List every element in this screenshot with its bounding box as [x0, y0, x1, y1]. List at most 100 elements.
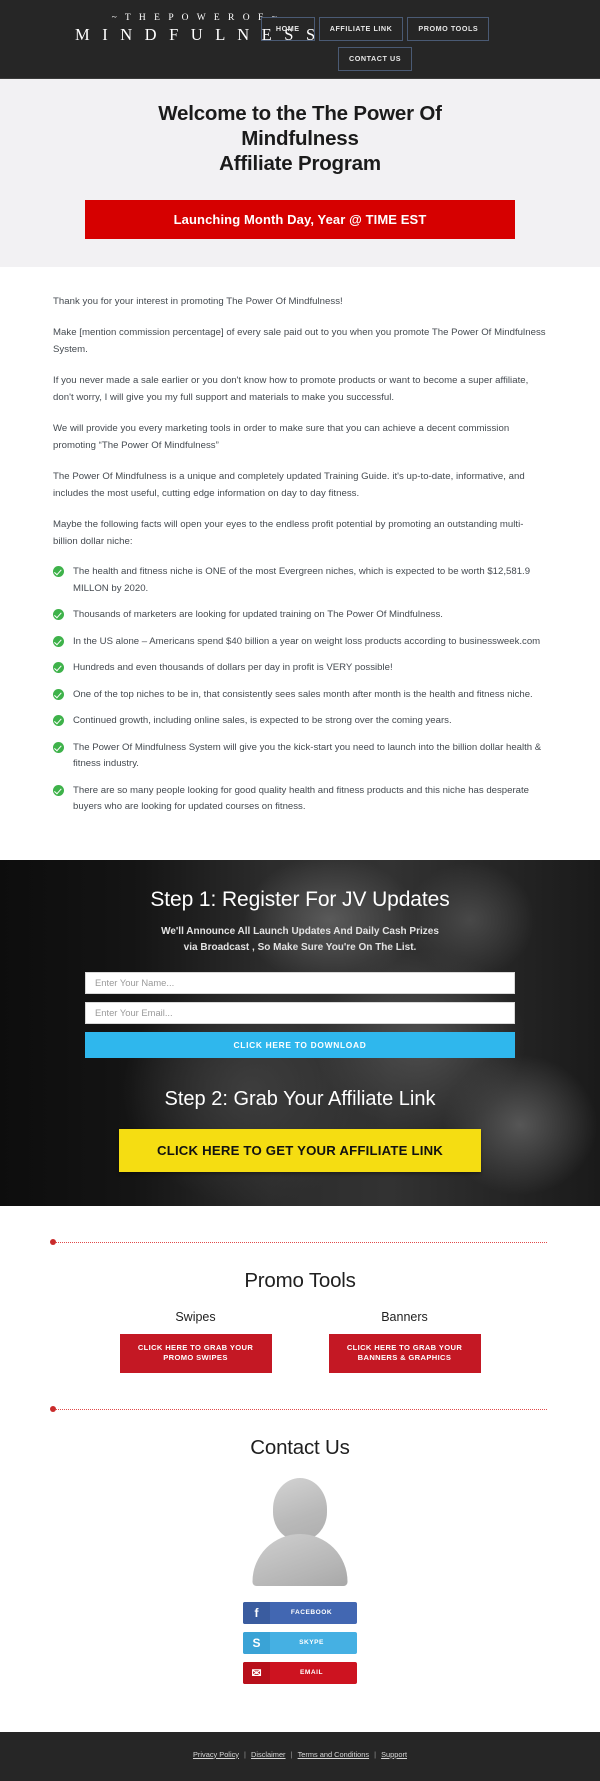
footer-separator: | — [244, 1749, 246, 1759]
list-item-label: Hundreds and even thousands of dollars p… — [73, 662, 393, 673]
list-item-label: The Power Of Mindfulness System will giv… — [73, 741, 542, 770]
list-item: The Power Of Mindfulness System will giv… — [53, 740, 547, 773]
list-item-label: In the US alone – Americans spend $40 bi… — [73, 635, 541, 647]
check-circle-icon — [53, 715, 64, 726]
step1-subtitle: We'll Announce All Launch Updates And Da… — [0, 924, 600, 956]
name-input[interactable] — [85, 971, 515, 994]
check-circle-icon — [53, 688, 64, 700]
facebook-icon: f — [243, 1601, 270, 1624]
hero-section: Welcome to the The Power Of Mindfulness … — [0, 79, 600, 267]
list-item-label: Continued growth, including online sales… — [73, 715, 452, 726]
facebook-label: FACEBOOK — [290, 1609, 333, 1616]
list-item: Continued growth, including online sales… — [53, 713, 547, 730]
swipes-heading: Swipes — [175, 1309, 216, 1324]
step1-subtitle-line-1: We'll Announce All Launch Updates And Da… — [161, 925, 439, 937]
get-affiliate-link-button[interactable]: CLICK HERE TO GET YOUR AFFILIATE LINK — [119, 1128, 481, 1172]
list-item: In the US alone – Americans spend $40 bi… — [53, 634, 547, 651]
page-title-line-2: Mindfulness — [241, 127, 359, 150]
grab-promo-swipes-button[interactable]: CLICK HERE TO GRAB YOUR PROMO SWIPES — [119, 1333, 272, 1373]
promo-tools-section: Promo Tools Swipes CLICK HERE TO GRAB YO… — [0, 1205, 600, 1373]
contact-us-title: Contact Us — [250, 1435, 350, 1459]
promo-tools-title: Promo Tools — [244, 1268, 356, 1292]
nav-item-affiliate-link[interactable]: AFFILIATE LINK — [318, 17, 404, 41]
divider-contact — [50, 1406, 547, 1413]
nav-item-home[interactable]: HOME — [260, 17, 315, 41]
email-input[interactable] — [85, 1001, 515, 1024]
footer-link-disclaimer[interactable]: Disclaimer — [251, 1750, 286, 1759]
intro-paragraph-1: Thank you for your interest in promoting… — [53, 296, 343, 307]
grab-banners-graphics-button[interactable]: CLICK HERE TO GRAB YOUR BANNERS & GRAPHI… — [328, 1333, 481, 1373]
check-circle-icon — [53, 741, 64, 753]
social-links: f FACEBOOK S SKYPE ✉ EMAIL — [0, 1601, 600, 1684]
grab-promo-swipes-line-2: PROMO SWIPES — [163, 1353, 228, 1362]
promo-tools-body: Promo Tools Swipes CLICK HERE TO GRAB YO… — [0, 1243, 600, 1373]
check-circle-icon — [53, 784, 64, 796]
promo-columns: Swipes CLICK HERE TO GRAB YOUR PROMO SWI… — [0, 1310, 600, 1373]
intro-paragraph-3: If you never made a sale earlier or you … — [53, 375, 529, 403]
steps-section: Step 1: Register For JV Updates We'll An… — [0, 859, 600, 1206]
step1-subtitle-line-2: via Broadcast , So Make Sure You're On T… — [183, 941, 417, 953]
footer-link-support[interactable]: Support — [381, 1750, 407, 1759]
promo-spacer-top — [0, 1206, 600, 1242]
page-title: Welcome to the The Power Of Mindfulness … — [0, 101, 600, 176]
intro-paragraph-2: Make [mention commission percentage] of … — [53, 327, 546, 355]
email-button[interactable]: ✉ EMAIL — [243, 1661, 357, 1684]
grab-promo-swipes-line-1: CLICK HERE TO GRAB YOUR — [137, 1342, 254, 1352]
footer-separator: | — [374, 1749, 377, 1759]
footer-link-terms-and-conditions[interactable]: Terms and Conditions — [298, 1750, 369, 1759]
divider-promo — [50, 1239, 547, 1246]
avatar — [252, 1477, 348, 1586]
site-footer: Privacy Policy | Disclaimer | Terms and … — [0, 1731, 600, 1781]
skype-label: SKYPE — [299, 1639, 324, 1646]
nav-item-contact-us[interactable]: CONTACT US — [337, 47, 413, 71]
launch-date-banner: Launching Month Day, Year @ TIME EST — [85, 200, 515, 239]
banners-heading: Banners — [381, 1309, 428, 1324]
list-item-label: One of the top niches to be in, that con… — [73, 688, 533, 700]
avatar-body-shape — [252, 1533, 348, 1586]
intro-content: Thank you for your interest in promoting… — [0, 267, 600, 860]
main-navigation: HOME AFFILIATE LINK PROMO TOOLS CONTACT … — [255, 17, 495, 71]
promo-column-swipes: Swipes CLICK HERE TO GRAB YOUR PROMO SWI… — [119, 1309, 272, 1373]
download-button[interactable]: CLICK HERE TO DOWNLOAD — [85, 1031, 515, 1058]
avatar-head-shape — [273, 1477, 327, 1540]
list-item: The health and fitness niche is ONE of t… — [53, 564, 547, 597]
list-item: Thousands of marketers are looking for u… — [53, 607, 547, 624]
list-item-label: Thousands of marketers are looking for u… — [73, 609, 443, 620]
check-circle-icon — [53, 635, 64, 647]
footer-links: Privacy Policy | Disclaimer | Terms and … — [0, 1750, 600, 1759]
facebook-button[interactable]: f FACEBOOK — [243, 1601, 357, 1624]
grab-banners-line-2: BANNERS & GRAPHICS — [357, 1353, 452, 1362]
list-item: There are so many people looking for goo… — [53, 783, 547, 816]
promo-column-banners: Banners CLICK HERE TO GRAB YOUR BANNERS … — [328, 1309, 481, 1373]
step2-title: Step 2: Grab Your Affiliate Link — [164, 1087, 436, 1110]
signup-form: CLICK HERE TO DOWNLOAD — [0, 971, 600, 1058]
check-circle-icon — [53, 566, 64, 577]
intro-paragraph-4: We will provide you every marketing tool… — [53, 423, 510, 451]
footer-separator: | — [290, 1749, 293, 1759]
facts-list: The health and fitness niche is ONE of t… — [53, 564, 547, 816]
nav-second-row: CONTACT US — [255, 47, 495, 71]
contact-body: Contact Us f FACEBOOK S SKYPE ✉ EMAIL — [0, 1410, 600, 1732]
check-circle-icon — [53, 662, 64, 673]
intro-paragraph-6: Maybe the following facts will open your… — [53, 519, 524, 547]
contact-spacer-top — [0, 1373, 600, 1409]
check-circle-icon — [53, 609, 64, 620]
skype-icon: S — [243, 1631, 270, 1654]
step1-title: Step 1: Register For JV Updates — [150, 887, 450, 911]
skype-button[interactable]: S SKYPE — [243, 1631, 357, 1654]
nav-item-promo-tools[interactable]: PROMO TOOLS — [407, 17, 490, 41]
list-item-label: The health and fitness niche is ONE of t… — [73, 566, 531, 594]
site-header: ~ T H E P O W E R O F ~ M I N D F U L N … — [0, 0, 600, 79]
steps-content: Step 1: Register For JV Updates We'll An… — [0, 888, 600, 1172]
contact-section: Contact Us f FACEBOOK S SKYPE ✉ EMAIL — [0, 1372, 600, 1732]
intro-paragraph-5: The Power Of Mindfulness is a unique and… — [53, 471, 525, 499]
email-label: EMAIL — [299, 1669, 323, 1676]
page-title-line-1: Welcome to the The Power Of — [158, 102, 442, 125]
footer-link-privacy-policy[interactable]: Privacy Policy — [193, 1750, 239, 1759]
email-icon: ✉ — [243, 1661, 270, 1684]
page-title-line-3: Affiliate Program — [219, 152, 381, 175]
list-item-label: There are so many people looking for goo… — [73, 784, 529, 813]
grab-banners-line-1: CLICK HERE TO GRAB YOUR — [346, 1342, 463, 1352]
list-item: One of the top niches to be in, that con… — [53, 687, 547, 704]
list-item: Hundreds and even thousands of dollars p… — [53, 660, 547, 677]
